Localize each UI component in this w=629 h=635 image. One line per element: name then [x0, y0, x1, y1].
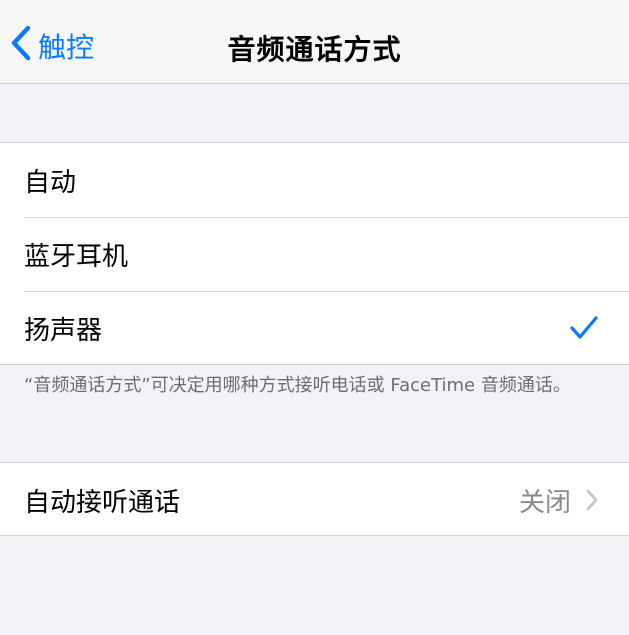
option-bluetooth-headset[interactable]: 蓝牙耳机: [0, 217, 629, 291]
option-label: 蓝牙耳机: [24, 241, 129, 272]
page-title: 音频通话方式: [227, 33, 402, 66]
audio-routing-options: 自动 蓝牙耳机 扬声器: [0, 142, 629, 365]
auto-answer-value: 关闭: [518, 487, 571, 518]
routing-footer-note: “音频通话方式”可决定用哪种方式接听电话或 FaceTime 音频通话。: [24, 375, 571, 396]
chevron-right-icon: [585, 488, 599, 512]
option-speaker[interactable]: 扬声器: [0, 291, 629, 365]
option-auto[interactable]: 自动: [0, 143, 629, 217]
option-label: 扬声器: [24, 315, 103, 346]
checkmark-icon: [569, 315, 599, 341]
navigation-bar: 触控 音频通话方式: [0, 0, 629, 84]
option-label: 自动: [24, 167, 77, 198]
auto-answer-label: 自动接听通话: [24, 487, 181, 518]
auto-answer-group: 自动接听通话 关闭: [0, 462, 629, 536]
auto-answer-row[interactable]: 自动接听通话 关闭: [0, 463, 629, 537]
